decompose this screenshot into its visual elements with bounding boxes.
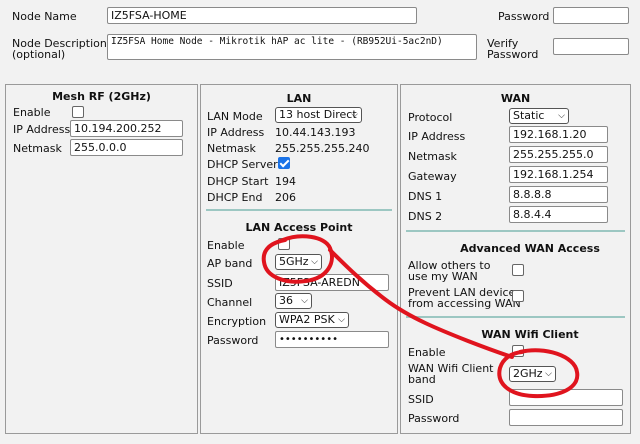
wan-wifi-band-label-line2: band (408, 373, 436, 386)
dhcp-server-checkbox[interactable] (278, 157, 290, 169)
lan-ap-title: LAN Access Point (245, 221, 353, 234)
chevron-down-icon: ⌵ (558, 111, 565, 121)
ap-password-label: Password (207, 334, 259, 347)
wan-wifi-title: WAN Wifi Client (481, 328, 579, 341)
prevent-lan-label-line2: from accessing WAN (408, 297, 521, 310)
mesh-enable-checkbox[interactable] (72, 106, 84, 118)
lan-ip-label: IP Address (207, 126, 265, 139)
wan-wifi-enable-label: Enable (408, 346, 446, 359)
ap-ssid-label: SSID (207, 277, 233, 290)
wan-wifi-enable-checkbox[interactable] (512, 345, 524, 357)
prevent-lan-checkbox[interactable] (512, 290, 524, 302)
verify-password-label: Password (487, 48, 539, 61)
password-input[interactable] (553, 7, 629, 24)
lan-title: LAN (286, 92, 312, 105)
wan-protocol-select[interactable]: Static ⌵ (509, 108, 569, 124)
mesh-ip-input[interactable]: 10.194.200.252 (70, 120, 183, 137)
ap-encryption-label: Encryption (207, 315, 267, 328)
wan-netmask-label: Netmask (408, 150, 457, 163)
dhcp-start-value: 194 (275, 175, 296, 188)
wan-protocol-value: Static (513, 109, 545, 122)
wan-ip-label: IP Address (408, 130, 466, 143)
mesh-rf-title: Mesh RF (2GHz) (52, 90, 151, 103)
chevron-down-icon: ⌵ (338, 315, 345, 325)
chevron-down-icon: ⌵ (351, 110, 358, 120)
wan-protocol-label: Protocol (408, 111, 453, 124)
lan-ap-enable-checkbox[interactable] (278, 238, 290, 250)
chevron-down-icon: ⌵ (301, 296, 308, 306)
wan-gateway-input[interactable]: 192.168.1.254 (509, 166, 608, 183)
chevron-down-icon: ⌵ (545, 369, 552, 379)
node-name-input[interactable]: IZ5FSA-HOME (107, 7, 417, 24)
chevron-down-icon: ⌵ (311, 257, 318, 267)
mesh-ip-label: IP Address (13, 123, 71, 136)
dhcp-end-value: 206 (275, 191, 296, 204)
ap-channel-value: 36 (279, 294, 293, 307)
wan-dns2-label: DNS 2 (408, 210, 443, 223)
advanced-wan-title: Advanced WAN Access (460, 242, 600, 255)
wan-wifi-ssid-label: SSID (408, 393, 434, 406)
wan-wifi-band-value: 2GHz (513, 367, 543, 380)
wan-dns2-input[interactable]: 8.8.4.4 (509, 206, 608, 223)
ap-band-select[interactable]: 5GHz ⌵ (275, 254, 322, 270)
lan-ip-value: 10.44.143.193 (275, 126, 356, 139)
node-description-input[interactable]: IZ5FSA Home Node - Mikrotik hAP ac lite … (107, 34, 477, 60)
wan-wifi-band-select[interactable]: 2GHz ⌵ (509, 366, 556, 382)
ap-channel-select[interactable]: 36 ⌵ (275, 293, 312, 309)
lan-mode-value: 13 host Direct (279, 108, 357, 121)
ap-ssid-input[interactable]: IZ5FSA-AREDN (275, 274, 389, 291)
adv-wan-divider (406, 316, 625, 318)
wan-title: WAN (500, 92, 531, 105)
lan-netmask-label: Netmask (207, 142, 256, 155)
lan-mode-label: LAN Mode (207, 110, 263, 123)
allow-wan-label-line2: use my WAN (408, 270, 478, 283)
wan-dns1-label: DNS 1 (408, 190, 443, 203)
lan-mode-select[interactable]: 13 host Direct ⌵ (275, 107, 362, 123)
wan-wifi-password-input[interactable] (509, 409, 623, 426)
ap-encryption-value: WPA2 PSK (279, 313, 335, 326)
ap-band-value: 5GHz (279, 255, 309, 268)
mesh-enable-label: Enable (13, 106, 51, 119)
wan-wifi-ssid-input[interactable] (509, 389, 623, 406)
mesh-netmask-input[interactable]: 255.0.0.0 (70, 139, 183, 156)
dhcp-server-label: DHCP Server (207, 158, 278, 171)
mesh-netmask-label: Netmask (13, 142, 62, 155)
ap-band-label: AP band (207, 257, 253, 270)
wan-dns1-input[interactable]: 8.8.8.8 (509, 186, 608, 203)
lan-ap-enable-label: Enable (207, 239, 245, 252)
node-name-label: Node Name (12, 10, 77, 23)
lan-netmask-value: 255.255.255.240 (275, 142, 370, 155)
wan-ip-input[interactable]: 192.168.1.20 (509, 126, 608, 143)
verify-password-input[interactable] (553, 38, 629, 55)
wan-netmask-input[interactable]: 255.255.255.0 (509, 146, 608, 163)
node-description-optional-label: (optional) (12, 48, 66, 61)
ap-password-input[interactable]: •••••••••• (275, 331, 389, 348)
allow-wan-checkbox[interactable] (512, 264, 524, 276)
wan-wifi-password-label: Password (408, 412, 460, 425)
password-label: Password (498, 10, 550, 23)
lan-divider (206, 209, 392, 211)
dhcp-end-label: DHCP End (207, 191, 263, 204)
dhcp-start-label: DHCP Start (207, 175, 269, 188)
wan-divider (406, 230, 625, 232)
ap-encryption-select[interactable]: WPA2 PSK ⌵ (275, 312, 349, 328)
ap-channel-label: Channel (207, 296, 253, 309)
wan-gateway-label: Gateway (408, 170, 457, 183)
